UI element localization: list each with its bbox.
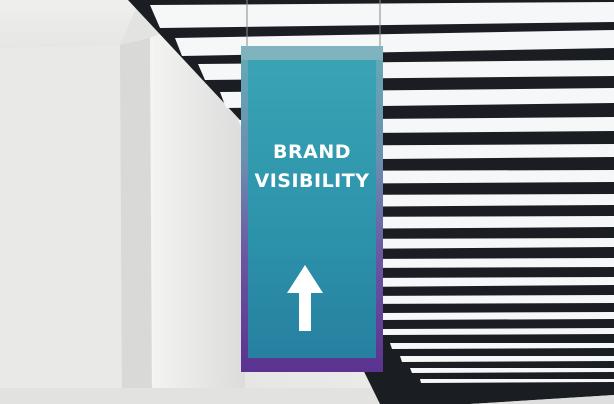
ceiling-soffit (0, 0, 140, 48)
banner-headline: BRAND VISIBILITY (241, 138, 383, 196)
left-wall (0, 45, 122, 404)
hanging-banner (241, 46, 383, 372)
photo-background (0, 0, 614, 404)
office-photo: BRAND VISIBILITY (0, 0, 614, 404)
banner-line-1: BRAND (273, 141, 351, 163)
banner-line-2: VISIBILITY (254, 170, 370, 192)
left-pillar-shadow (120, 38, 152, 404)
